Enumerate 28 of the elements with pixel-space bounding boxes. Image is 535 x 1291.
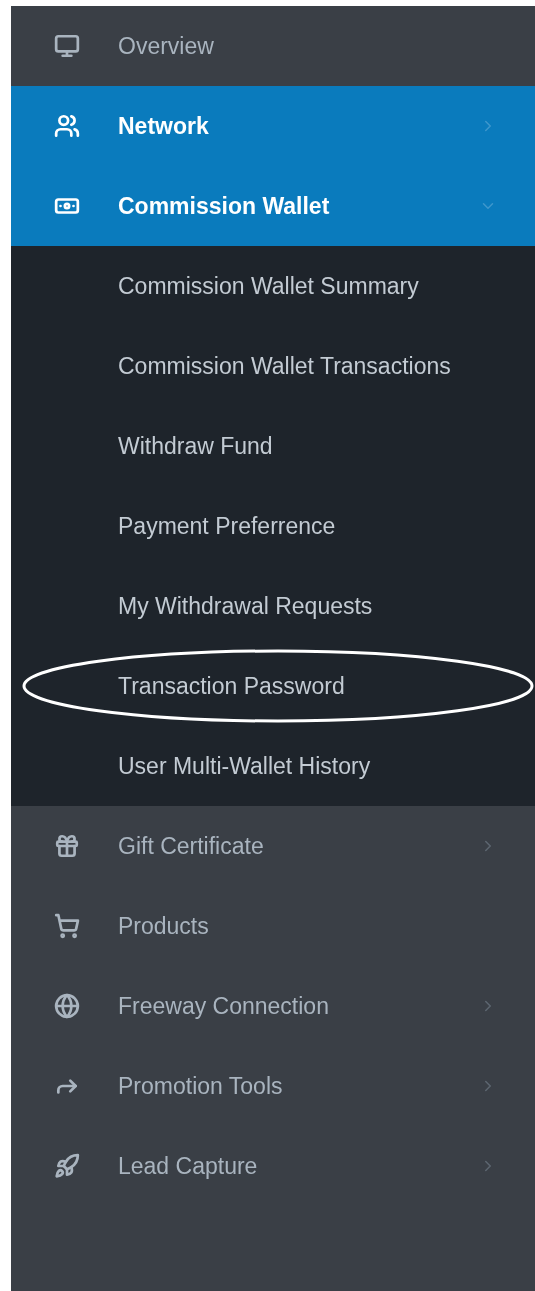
sidebar-item[interactable]: Overview [11,6,535,86]
submenu-item[interactable]: Commission Wallet Summary [118,268,419,304]
sidebar-item[interactable]: Freeway Connection [11,966,535,1046]
item-label: Network [118,111,210,141]
item-label: Commission Wallet [118,191,331,221]
submenu-item[interactable]: My Withdrawal Requests [118,588,373,624]
submenu-item[interactable]: User Multi-Wallet History [118,748,371,784]
users-icon [54,113,80,139]
monitor-icon [54,33,80,59]
submenu-item[interactable]: Payment Preferrence [118,508,336,544]
rocket-icon [54,1153,80,1179]
item-label: Gift Certificate [118,831,265,861]
gift-icon [54,833,80,859]
item-label: Promotion Tools [118,1071,284,1101]
submenu-item[interactable]: Withdraw Fund [118,428,273,464]
globe-icon [54,993,80,1019]
cart-icon [54,913,80,939]
sidebar-item[interactable]: Promotion Tools [11,1046,535,1126]
sidebar-item[interactable]: Products [11,886,535,966]
sidebar-item[interactable]: Network [11,86,535,166]
item-label: Products [118,911,210,941]
sidebar-item[interactable]: Gift Certificate [11,806,535,886]
sidebar-item[interactable]: Commission Wallet [11,166,535,246]
item-label: Freeway Connection [118,991,330,1021]
sidebar-item[interactable]: Lead Capture [11,1126,535,1206]
item-label: Lead Capture [118,1151,259,1181]
item-label: Overview [118,31,215,61]
submenu-item[interactable]: Commission Wallet Transactions [118,348,451,384]
